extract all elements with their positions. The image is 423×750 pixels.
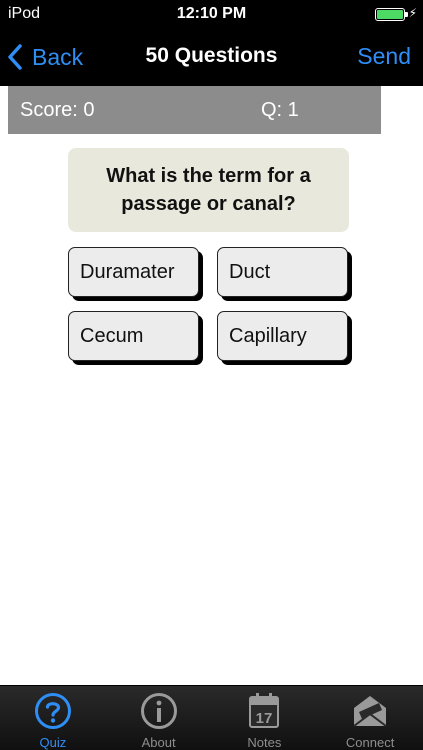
charging-bolt-icon: ⚡ [408, 6, 417, 20]
question-number-label: Q: 1 [261, 99, 299, 121]
question-circle-icon [34, 693, 71, 729]
answer-label: Duramater [80, 260, 175, 283]
send-button[interactable]: Send [357, 43, 411, 70]
question-text: What is the term for a passage or canal? [106, 165, 311, 215]
battery-icon [375, 8, 405, 21]
back-button[interactable]: Back [8, 40, 83, 74]
tab-quiz-label: Quiz [39, 735, 67, 750]
tab-connect[interactable]: Connect [317, 686, 423, 750]
status-bar: iPod 12:10 PM ⚡ [0, 0, 423, 30]
top-bar: iPod 12:10 PM ⚡ Back 50 Questions Send [0, 0, 423, 86]
tab-notes-label: Notes [247, 735, 282, 750]
answer-label: Cecum [80, 324, 144, 347]
calendar-day-number: 17 [256, 710, 273, 727]
envelope-icon [353, 696, 387, 727]
chevron-left-icon [8, 44, 22, 70]
info-circle-icon [140, 693, 177, 729]
tab-notes[interactable]: 17 Notes [212, 686, 318, 750]
tab-about[interactable]: About [106, 686, 212, 750]
app-screen: iPod 12:10 PM ⚡ Back 50 Questions Send S… [0, 0, 423, 750]
answer-button-duramater[interactable]: Duramater [68, 247, 199, 297]
calendar-icon: 17 [249, 693, 280, 728]
tab-bar: Quiz About 17 Notes Connect [0, 685, 423, 750]
answer-label: Capillary [229, 324, 307, 347]
answer-button-cecum[interactable]: Cecum [68, 311, 199, 361]
answer-label: Duct [229, 260, 271, 283]
battery-tip [405, 12, 408, 17]
answer-button-capillary[interactable]: Capillary [217, 311, 348, 361]
navigation-bar: Back 50 Questions Send [0, 30, 423, 86]
score-bar: Score: 0 Q: 1 [8, 86, 381, 134]
back-button-label: Back [32, 43, 84, 70]
score-label: Score: 0 [20, 99, 95, 121]
clock: 12:10 PM [176, 5, 247, 22]
tab-connect-label: Connect [345, 735, 395, 750]
question-card: What is the term for a passage or canal? [68, 148, 349, 232]
tab-about-label: About [141, 735, 176, 750]
answer-button-duct[interactable]: Duct [217, 247, 348, 297]
tab-quiz[interactable]: Quiz [0, 686, 106, 750]
